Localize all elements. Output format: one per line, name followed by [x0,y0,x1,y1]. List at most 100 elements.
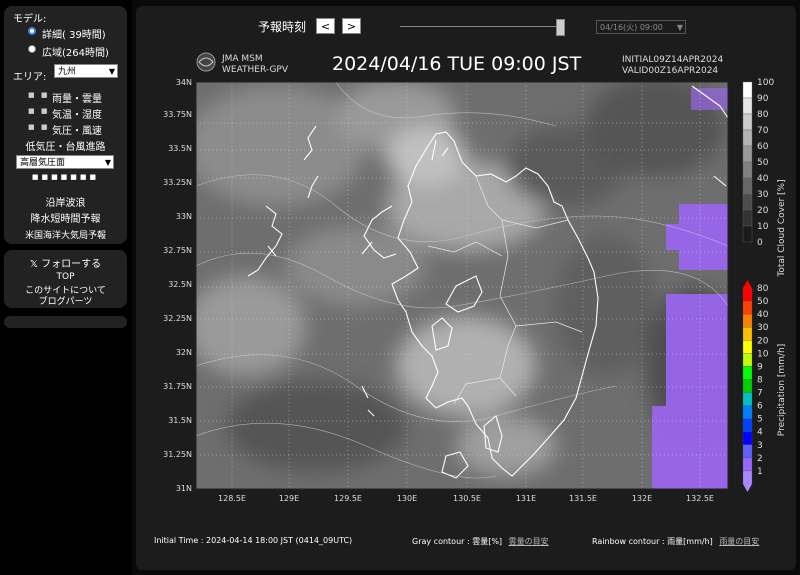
cloud-legend-swatch [742,81,753,99]
precip-legend-swatch [742,431,753,445]
dots-icon: ■ ■ [28,91,50,99]
lon-label: 131.5E [569,494,597,503]
lat-label: 33.75N [163,110,192,119]
longitude-labels: 128.5E 129E 129.5E 130E 130.5E 131E 131.… [218,494,714,503]
dots-icon: ■ ■ [28,107,50,115]
dots-icon: ■ ■ [28,123,50,131]
precip-legend-swatch [742,444,753,459]
chevron-down-icon: ▼ [108,67,115,76]
initial-code: INITIAL09Z14APR2024 [622,55,723,65]
layer-temp-humidity[interactable]: ■ ■ 気温・湿度 [4,106,127,121]
precip-legend-swatch [742,300,753,315]
nowcast-link[interactable]: 降水短時間予報 [4,210,127,225]
main-panel: 予報時刻 < > 04/16(火) 09:00 ▼ JMA MSM WEATHE… [136,6,796,570]
layer-label: 気圧・風速 [52,126,102,137]
radio-unselected-icon[interactable] [28,45,36,53]
cloud-guide-link[interactable]: 雲量の目安 [509,537,549,546]
jma-logo-icon [196,52,216,72]
lat-label: 31.5N [168,416,192,425]
precip-legend-swatch [742,457,753,472]
precip-legend-tick: 5 [757,415,763,425]
blog-parts-link[interactable]: ブログパーツ [4,294,127,307]
upper-level-dots[interactable]: ■■■■■■■ [4,173,127,181]
lat-label: 33N [176,212,192,221]
precip-legend-swatch [742,340,753,354]
cloud-legend-swatch [742,193,753,211]
rainbow-contour-info: Rainbow contour : 雨量[mm/h] 雨量の目安 [592,536,759,547]
precip-legend-tick: 4 [757,428,763,438]
cloud-legend-swatch [742,145,753,163]
precip-legend-arrow-icon [743,484,752,492]
top-link[interactable]: TOP [4,272,127,282]
rainbow-contour-label: Rainbow contour : 雨量[mm/h] [592,537,713,546]
lat-label: 31N [176,484,192,493]
precip-legend-tick: 6 [757,402,763,412]
social-panel: 𝕏 フォローする TOP このサイトについて ブログパーツ [4,250,127,308]
noaa-link[interactable]: 米国海洋大気局予報 [4,228,127,241]
precip-legend-swatch [742,418,753,432]
cloud-legend-swatch [742,161,753,179]
cloud-legend-swatch [742,129,753,147]
upper-level-select[interactable]: 高層気圧面 ▼ [16,155,114,169]
sidebar: モデル: 詳細( 39時間) 広域(264時間) エリア: 九州 ▼ ■ ■ 雨… [0,0,132,575]
precip-legend-swatch [742,327,753,341]
rain-guide-link[interactable]: 雨量の目安 [719,537,759,546]
model-option-detail[interactable]: 詳細( 39時間) [4,27,127,41]
coastal-waves-link[interactable]: 沿岸波浪 [4,194,127,209]
precip-legend-tick: 20 [757,336,769,346]
gray-contour-label: Gray contour : 雲量[%] [412,537,503,546]
lon-label: 129E [279,494,299,503]
precip-legend-swatch [742,392,753,406]
cloud-legend-tick: 70 [757,126,769,136]
precip-legend-tick: 2 [757,454,763,464]
lon-label: 130E [397,494,417,503]
model-label: モデル: [13,14,47,25]
cloud-legend-tick: 30 [757,190,769,200]
logo-line1: JMA MSM [221,54,263,64]
cloud-legend-tick: 40 [757,174,769,184]
cloud-legend-tick: 50 [757,158,769,168]
model-option-label: 詳細( 39時間) [42,30,106,41]
cloud-legend-swatch [742,97,753,115]
layer-pressure-wind[interactable]: ■ ■ 気圧・風速 [4,122,127,137]
map-datetime: 2024/04/16 TUE 09:00 JST [332,53,582,75]
precip-legend-swatch [742,313,753,328]
lat-label: 31.25N [163,450,192,459]
empty-panel [4,316,127,328]
map-canvas [196,82,728,489]
lat-label: 32N [176,348,192,357]
model-option-label: 広域(264時間) [42,48,109,59]
lat-label: 31.75N [163,382,192,391]
lat-label: 33.5N [168,144,192,153]
layer-rain-cloud[interactable]: ■ ■ 雨量・雲量 [4,90,127,105]
precip-legend-swatch [742,353,753,367]
upper-level-select-value: 高層気圧面 [20,158,66,168]
precip-legend-swatch [742,287,753,302]
cloud-legend-tick: 100 [757,78,774,88]
follow-x-link[interactable]: 𝕏 フォローする [4,255,127,270]
precip-legend-swatch [742,366,753,380]
area-select[interactable]: 九州 ▼ [54,64,118,78]
precip-legend-title: Precipitation [mm/h] [777,344,787,436]
model-option-wide[interactable]: 広域(264時間) [4,45,127,59]
lon-label: 129.5E [334,494,362,503]
precip-legend-tick: 9 [757,362,763,372]
precip-legend-tick: 7 [757,389,763,399]
precip-legend-tick: 10 [757,349,769,359]
gray-contour-info: Gray contour : 雲量[%] 雲量の目安 [412,536,549,547]
cloud-legend-swatch [742,225,753,243]
precip-legend-arrow-icon [743,280,752,288]
lat-label: 33.25N [163,178,192,187]
typhoon-link[interactable]: 低気圧・台風進路 [4,138,127,153]
lat-label: 32.75N [163,246,192,255]
layer-label: 気温・湿度 [52,110,102,121]
radio-selected-icon[interactable] [28,27,36,35]
precip-legend-tick: 50 [757,297,769,307]
lon-label: 132.5E [686,494,714,503]
cloud-legend-swatch [742,113,753,131]
lon-label: 128.5E [218,494,246,503]
precip-legend-tick: 1 [757,467,763,477]
lon-label: 132E [632,494,652,503]
cloud-cover-legend: 1009080706050403020100 [742,78,774,248]
cloud-legend-tick: 0 [757,238,763,248]
